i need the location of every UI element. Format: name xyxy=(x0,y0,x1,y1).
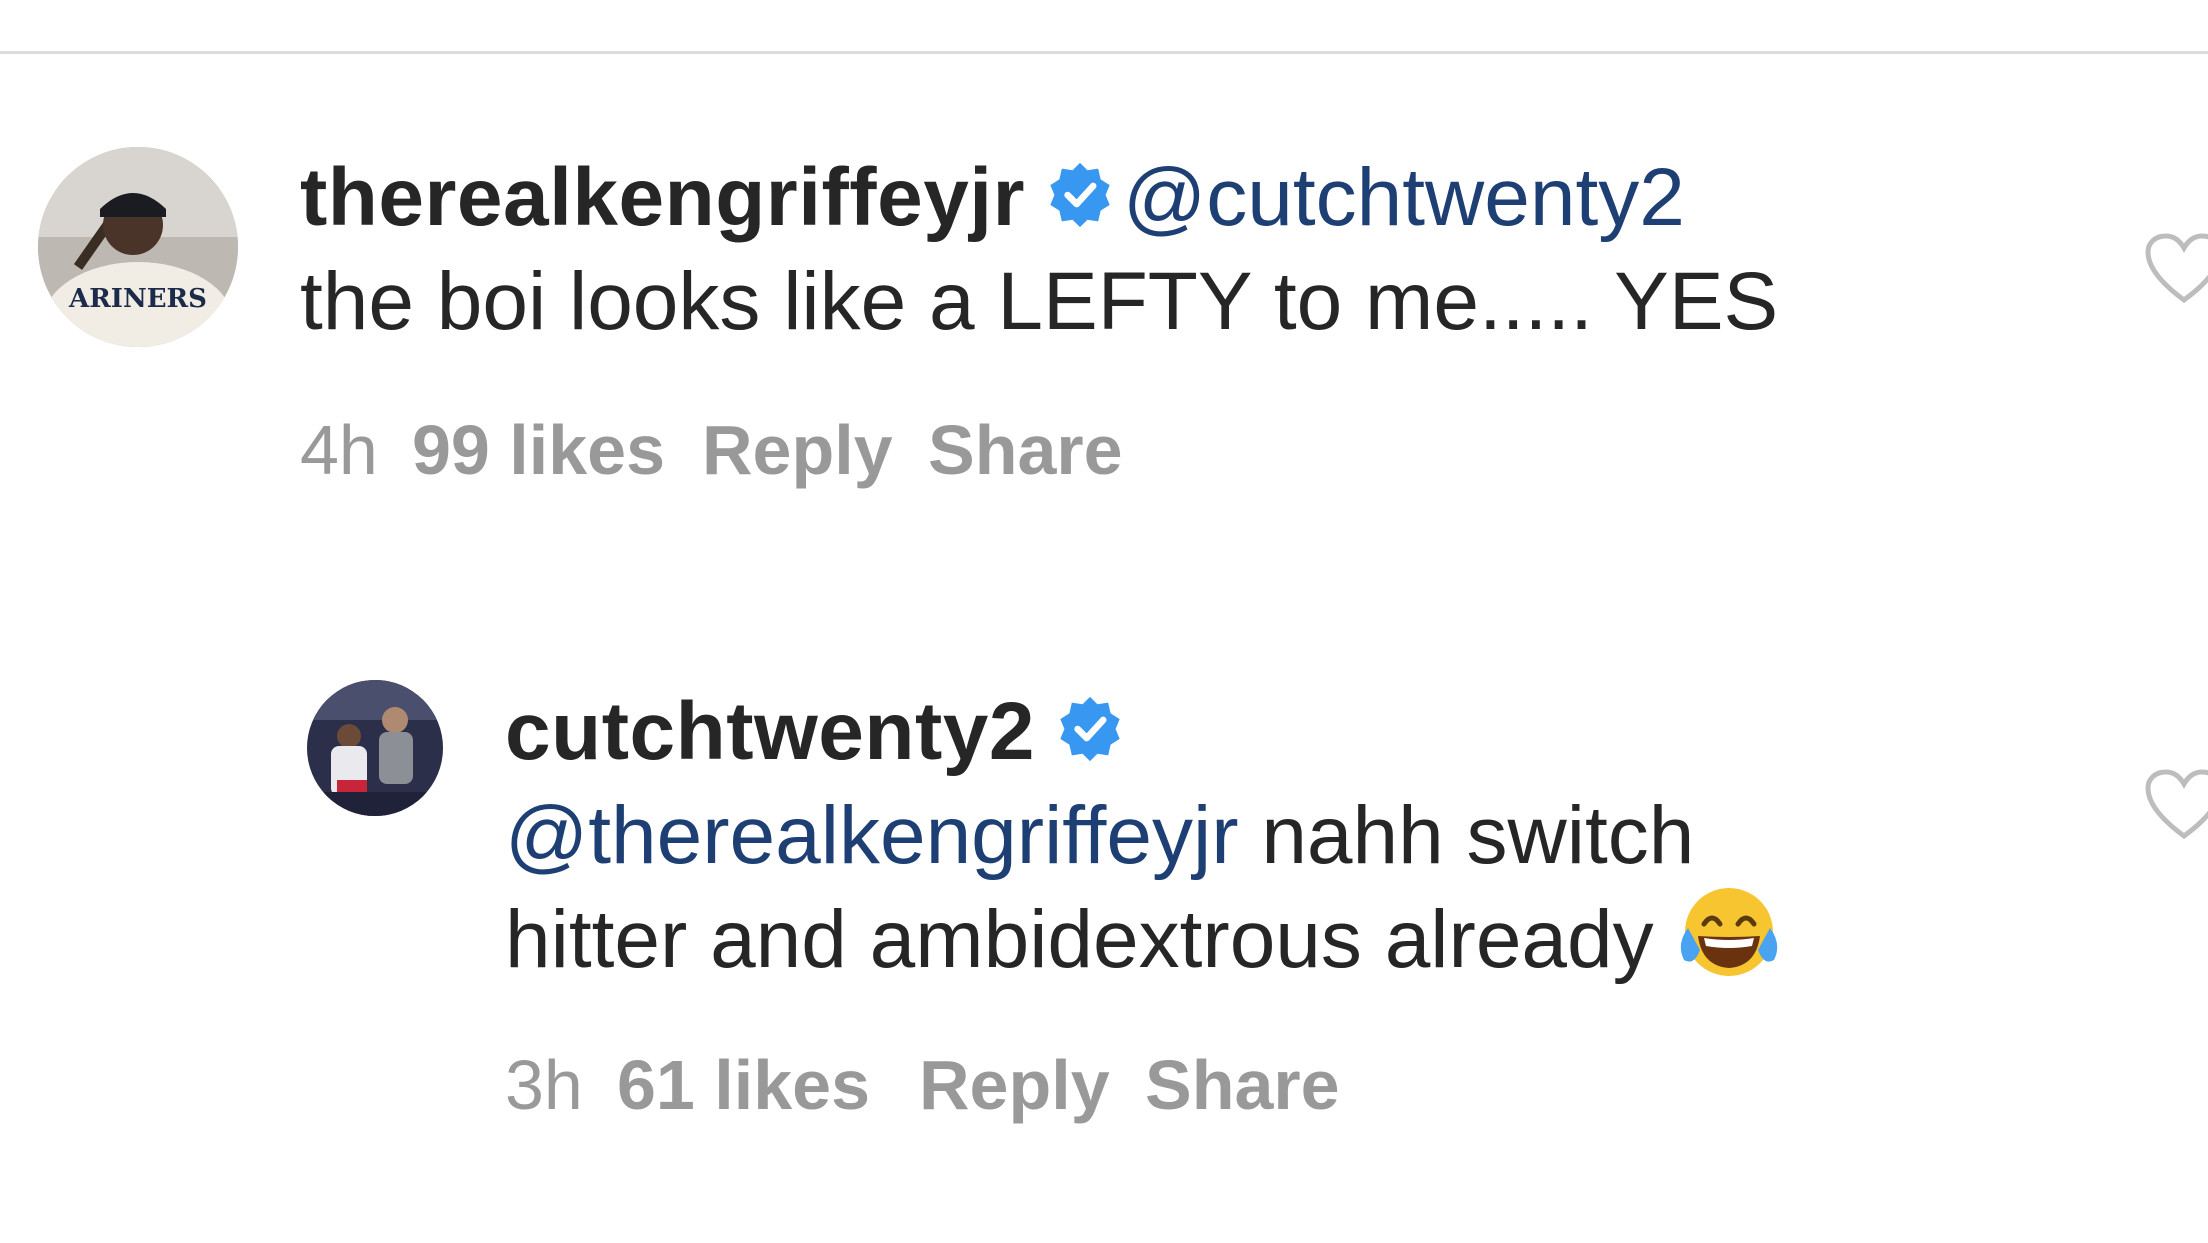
comment-meta: 3h 61 likes Reply Share xyxy=(505,1045,1340,1125)
comment-meta: 4h 99 likes Reply Share xyxy=(300,410,1123,490)
share-button[interactable]: Share xyxy=(1145,1045,1340,1125)
svg-text:ARINERS: ARINERS xyxy=(68,284,207,314)
avatar[interactable]: ARINERS xyxy=(38,147,238,347)
comment-text-line-1: nahh switch xyxy=(1261,790,1695,881)
avatar-photo-icon: ARINERS xyxy=(38,147,238,347)
top-divider xyxy=(0,51,2208,54)
share-button[interactable]: Share xyxy=(928,410,1123,490)
comment-username[interactable]: therealkengriffeyjr xyxy=(300,152,1025,243)
comment-mention-link[interactable]: @cutchtwenty2 xyxy=(1123,152,1685,243)
avatar-photo-icon xyxy=(307,680,443,816)
like-heart-icon[interactable] xyxy=(2144,232,2208,304)
comment-text-line-2: hitter and ambidextrous already xyxy=(505,894,1654,985)
comment-username[interactable]: cutchtwenty2 xyxy=(505,686,1035,777)
avatar[interactable] xyxy=(307,680,443,816)
verified-badge-icon xyxy=(1057,696,1123,762)
like-heart-icon[interactable] xyxy=(2144,768,2208,840)
verified-badge-icon xyxy=(1047,162,1113,228)
comment-mention-link[interactable]: @therealkengriffeyjr xyxy=(505,790,1239,881)
tears-of-joy-emoji-icon xyxy=(1674,880,1784,990)
comment-text: the boi looks like a LEFTY to me..... YE… xyxy=(300,256,1779,347)
